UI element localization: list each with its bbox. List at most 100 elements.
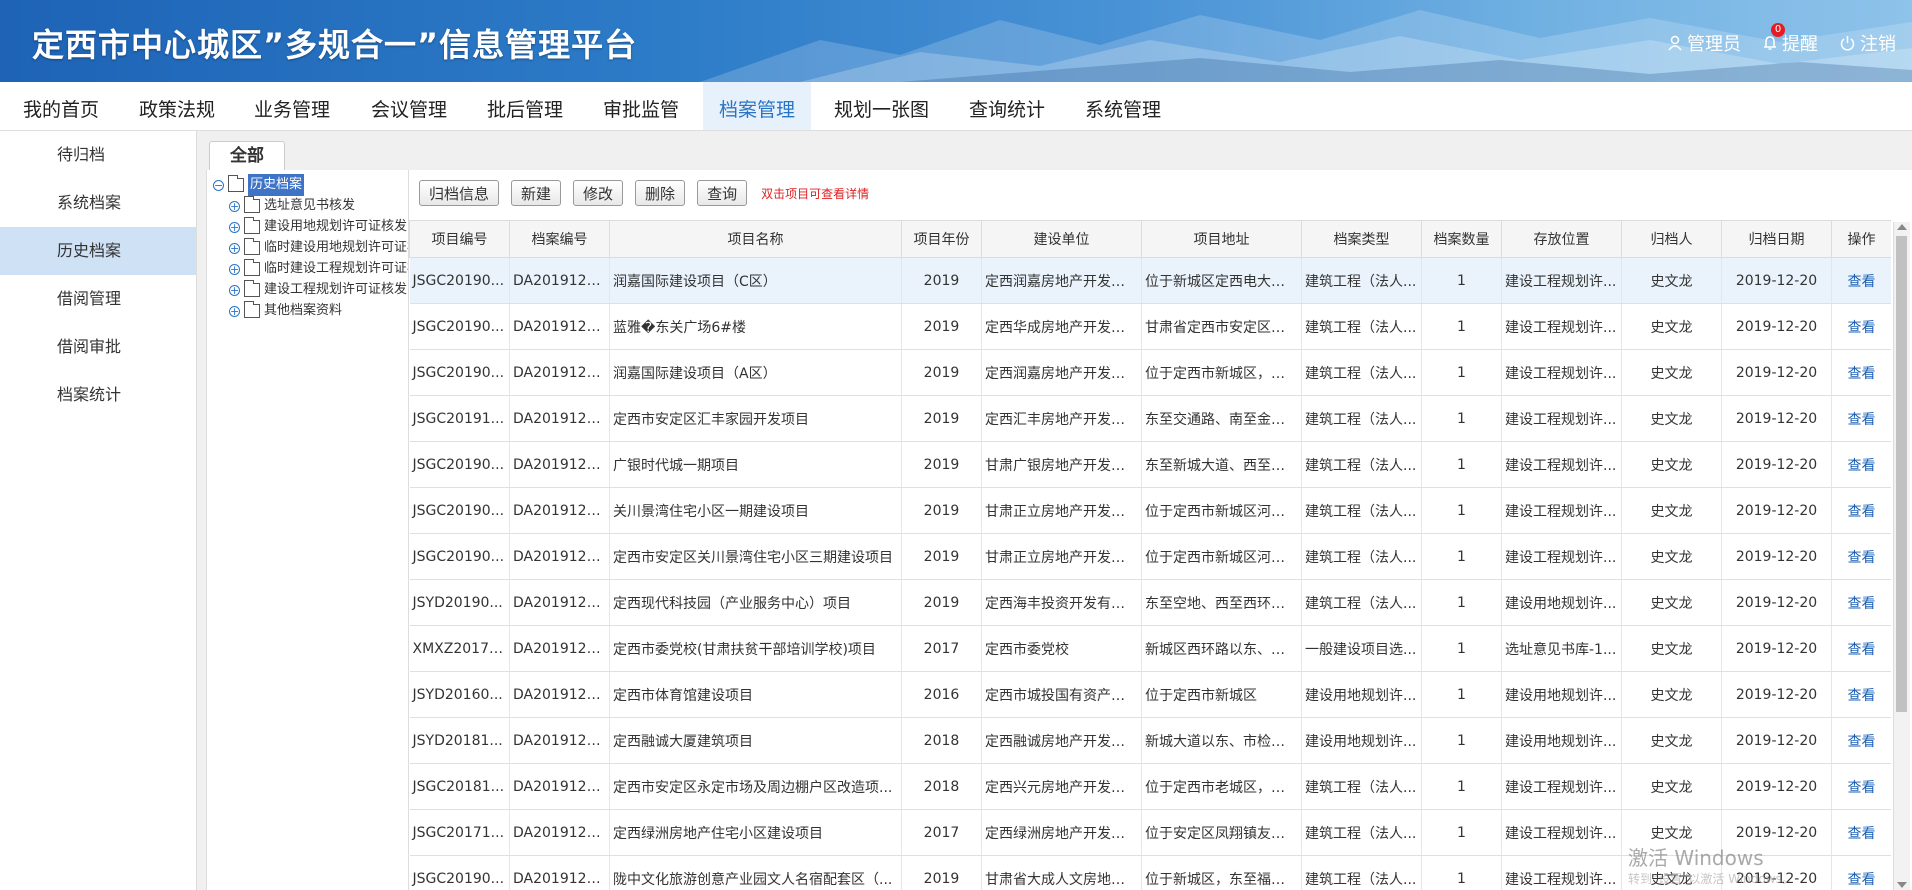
tree-root-label[interactable]: 历史档案 [248,174,305,196]
scroll-down-icon[interactable] [1897,882,1907,888]
view-link[interactable]: 查看 [1831,579,1891,626]
expand-icon[interactable]: + [229,284,240,296]
view-link[interactable]: 查看 [1831,303,1891,350]
sidebar-item-borrow[interactable]: 借阅管理 [0,275,196,323]
expand-icon[interactable]: + [229,305,240,317]
nav-meeting[interactable]: 会议管理 [355,82,463,130]
query-button[interactable]: 查询 [697,180,748,206]
windows-activation-hint: 转到“设置”以激活 Windows。 [1628,872,1794,886]
column-header[interactable]: 归档人 [1621,220,1722,258]
nav-system[interactable]: 系统管理 [1069,82,1177,130]
scroll-up-icon[interactable] [1897,224,1907,230]
expand-icon[interactable]: + [229,221,240,233]
table-row[interactable]: JSYD20181... DA2019122... 定西融诚大厦建筑项目 2018 定西… [409,717,1891,764]
tree-node[interactable]: + 选址意见书核发 [229,195,355,217]
table-row[interactable]: JSGC20190... DA2019122... 关川景湾住宅小区一期建设项目 20… [409,487,1891,534]
expand-icon[interactable]: + [229,200,240,212]
delete-button[interactable]: 删除 [635,180,686,206]
nav-query-stats[interactable]: 查询统计 [953,82,1061,130]
table-row[interactable]: XMXZ20170... DA2019122... 定西市委党校(甘肃扶贫干部培训学… [409,625,1891,672]
nav-archive[interactable]: 档案管理 [703,82,812,130]
column-header[interactable]: 档案类型 [1301,220,1422,258]
logout-button[interactable]: 注销 [1840,30,1896,56]
tab-all[interactable]: 全部 [209,141,285,170]
expand-icon[interactable]: + [229,263,240,275]
nav-home[interactable]: 我的首页 [7,82,115,130]
user-menu[interactable]: 管理员 [1668,30,1741,56]
nav-business[interactable]: 业务管理 [238,82,346,130]
column-header[interactable]: 项目名称 [609,220,902,258]
tree-node-label[interactable]: 临时建设用地规划许可证核发 [264,237,409,259]
column-header[interactable]: 存放位置 [1501,220,1622,258]
collapse-icon[interactable]: − [213,179,224,191]
table-cell: DA2019122... [509,349,610,396]
table-row[interactable]: JSGC20181... DA2019122... 定西市安定区永定市场及周边棚户区… [409,763,1891,810]
table-cell: 1 [1421,487,1502,534]
column-header[interactable]: 归档日期 [1721,220,1832,258]
column-header[interactable]: 档案编号 [509,220,610,258]
column-header[interactable]: 项目地址 [1141,220,1302,258]
new-button[interactable]: 新建 [511,180,562,206]
view-link[interactable]: 查看 [1831,533,1891,580]
view-link[interactable]: 查看 [1831,625,1891,672]
table-cell: 建筑工程（法人... [1301,579,1422,626]
tree-node[interactable]: + 临时建设用地规划许可证核发 [229,237,409,259]
column-header[interactable]: 项目编号 [409,220,510,258]
table-cell: 史文龙 [1621,395,1722,442]
tree-node[interactable]: + 其他档案资料 [229,300,342,322]
tree-node-label[interactable]: 建设工程规划许可证核发 [264,279,407,301]
tree-node-label[interactable]: 建设用地规划许可证核发 [264,216,407,238]
view-link[interactable]: 查看 [1831,395,1891,442]
tree-node-label[interactable]: 临时建设工程规划许可证核发 [264,258,409,280]
sidebar-item-pending[interactable]: 待归档 [0,131,196,179]
table-row[interactable]: JSGC20190... DA2019122... 润嘉国际建设项目（A区） 2019… [409,349,1891,396]
nav-post-approval[interactable]: 批后管理 [471,82,579,130]
view-link[interactable]: 查看 [1831,763,1891,810]
column-header[interactable]: 操作 [1831,220,1891,258]
table-row[interactable]: JSGC20190... DA2019122... 润嘉国际建设项目（C区） 2019… [409,257,1891,304]
remind-label: 提醒 [1782,34,1818,55]
view-link[interactable]: 查看 [1831,809,1891,856]
edit-button[interactable]: 修改 [573,180,624,206]
table-cell: 史文龙 [1621,533,1722,580]
table-row[interactable]: JSYD20160... DA2019122... 定西市体育馆建设项目 2016 定西… [409,671,1891,718]
sidebar-item-history-archive[interactable]: 历史档案 [0,227,196,275]
remind-button[interactable]: 0 提醒 [1763,23,1818,56]
archive-info-button[interactable]: 归档信息 [419,180,500,206]
tab-bar: 全部 [197,131,1912,170]
view-link[interactable]: 查看 [1831,349,1891,396]
tree-node[interactable]: + 建设工程规划许可证核发 [229,279,407,301]
column-header[interactable]: 建设单位 [981,220,1142,258]
sidebar-item-system-archive[interactable]: 系统档案 [0,179,196,227]
column-header[interactable]: 档案数量 [1421,220,1502,258]
view-link[interactable]: 查看 [1831,257,1891,304]
nav-policy[interactable]: 政策法规 [123,82,231,130]
table-scrollbar[interactable] [1893,222,1910,890]
table-cell: 位于新城区，东至福台... [1141,855,1302,890]
table-cell: 1 [1421,763,1502,810]
tree-node[interactable]: + 临时建设工程规划许可证核发 [229,258,409,280]
nav-planning-map[interactable]: 规划一张图 [818,82,945,130]
view-link[interactable]: 查看 [1831,487,1891,534]
tree-node[interactable]: + 建设用地规划许可证核发 [229,216,407,238]
table-row[interactable]: JSGC20190... DA2019122... 定西市安定区关川景湾住宅小区三期… [409,533,1891,580]
table-row[interactable]: JSGC20190... DA2019122... 蓝雅�东关广场6#楼 2019 定西… [409,303,1891,350]
tree-node-label[interactable]: 其他档案资料 [264,300,342,322]
sidebar-item-borrow-approval[interactable]: 借阅审批 [0,323,196,371]
sidebar-item-archive-stats[interactable]: 档案统计 [0,371,196,419]
nav-supervision[interactable]: 审批监管 [587,82,695,130]
table-row[interactable]: JSGC20191... DA2019122... 定西市安定区汇丰家园开发项目 20… [409,395,1891,442]
tree-node-label[interactable]: 选址意见书核发 [264,195,355,217]
tree-root[interactable]: − 历史档案 [213,174,305,196]
scroll-thumb[interactable] [1896,236,1907,712]
view-link[interactable]: 查看 [1831,717,1891,764]
table-cell: 甘肃正立房地产开发有... [981,533,1142,580]
column-header[interactable]: 项目年份 [901,220,982,258]
view-link[interactable]: 查看 [1831,441,1891,488]
table-cell: 定西汇丰房地产开发有... [981,395,1142,442]
view-link[interactable]: 查看 [1831,855,1891,890]
table-row[interactable]: JSYD20190... DA2019122... 定西现代科技园（产业服务中心）项… [409,579,1891,626]
expand-icon[interactable]: + [229,242,240,254]
view-link[interactable]: 查看 [1831,671,1891,718]
table-row[interactable]: JSGC20190... DA2019122... 广银时代城一期项目 2019 甘肃广… [409,441,1891,488]
